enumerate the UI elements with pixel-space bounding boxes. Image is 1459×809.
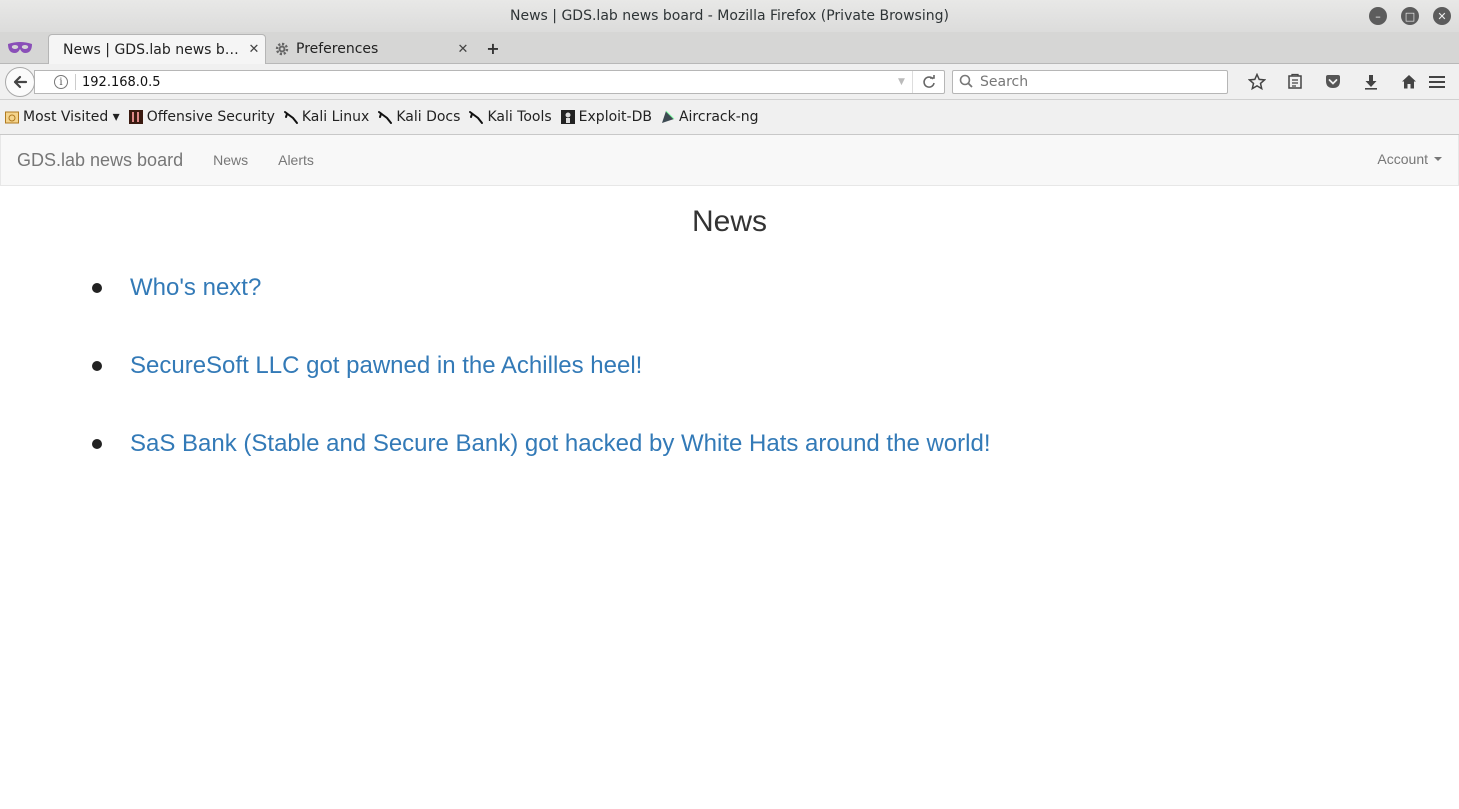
history-dropdown-icon[interactable]: ▼ — [898, 77, 912, 87]
bookmark-aircrack-ng[interactable]: Aircrack-ng — [660, 109, 759, 125]
bookmarks-menu-icon[interactable] — [1276, 70, 1314, 94]
news-link[interactable]: SaS Bank (Stable and Secure Bank) got ha… — [130, 430, 990, 458]
bookmark-kali-docs[interactable]: Kali Docs — [377, 109, 460, 125]
private-browsing-mask-icon — [8, 42, 32, 53]
bookmark-kali-linux[interactable]: Kali Linux — [283, 109, 369, 125]
tab-preferences-label: Preferences — [296, 41, 379, 57]
search-icon — [959, 74, 973, 88]
downloads-icon[interactable] — [1352, 70, 1390, 94]
bookmarks-toolbar: Most Visited ▾ Offensive Security Kali L… — [0, 100, 1459, 135]
minimize-icon[interactable]: – — [1369, 7, 1387, 25]
tab-preferences[interactable]: Preferences ✕ — [268, 34, 474, 64]
pocket-icon[interactable] — [1314, 70, 1352, 94]
list-item: SecureSoft LLC got pawned in the Achille… — [90, 351, 990, 381]
nav-link-news[interactable]: News — [213, 152, 248, 168]
tab-close-icon[interactable]: ✕ — [243, 42, 265, 57]
maximize-icon[interactable]: □ — [1401, 7, 1419, 25]
hamburger-menu-icon[interactable] — [1426, 72, 1448, 92]
list-item: Who's next? — [90, 273, 990, 303]
caret-down-icon — [1434, 157, 1442, 161]
home-icon[interactable] — [1390, 70, 1428, 94]
new-tab-plus-icon[interactable]: + — [484, 37, 502, 59]
page-content: GDS.lab news board News Alerts Account N… — [0, 135, 1459, 809]
bookmark-offensive-security[interactable]: Offensive Security — [128, 109, 275, 125]
nav-link-alerts[interactable]: Alerts — [278, 152, 314, 168]
url-bar[interactable]: i 192.168.0.5 ▼ — [34, 70, 945, 94]
window-controls: – □ ✕ — [1369, 7, 1451, 25]
search-input[interactable] — [980, 74, 1220, 90]
bookmark-kali-tools[interactable]: Kali Tools — [468, 109, 552, 125]
back-button[interactable] — [5, 67, 35, 97]
bookmark-exploit-db[interactable]: Exploit-DB — [560, 109, 652, 125]
site-info-icon[interactable]: i — [54, 75, 68, 89]
site-brand[interactable]: GDS.lab news board — [17, 150, 183, 171]
list-item: SaS Bank (Stable and Secure Bank) got ha… — [90, 429, 990, 459]
window-titlebar: News | GDS.lab news board - Mozilla Fire… — [0, 0, 1459, 32]
tab-strip: News | GDS.lab news bo... ✕ Preferences … — [0, 32, 1459, 64]
gear-icon — [275, 42, 289, 56]
kali-dragon-icon — [378, 111, 393, 124]
bookmark-most-visited[interactable]: Most Visited ▾ — [4, 109, 120, 125]
kali-dragon-icon — [283, 111, 298, 124]
bullet-icon — [92, 361, 102, 371]
news-link[interactable]: Who's next? — [130, 274, 261, 302]
back-arrow-icon — [13, 75, 28, 89]
toolbar-icons — [1238, 70, 1428, 94]
reload-icon[interactable] — [912, 71, 944, 93]
url-text[interactable]: 192.168.0.5 — [82, 75, 898, 90]
window-title: News | GDS.lab news board - Mozilla Fire… — [510, 8, 949, 24]
account-label: Account — [1377, 151, 1428, 167]
news-link[interactable]: SecureSoft LLC got pawned in the Achille… — [130, 352, 642, 380]
bookmark-star-icon[interactable] — [1238, 70, 1276, 94]
tab-news-label: News | GDS.lab news bo... — [63, 41, 243, 58]
site-navbar: GDS.lab news board News Alerts Account — [0, 135, 1459, 186]
bullet-icon — [92, 283, 102, 293]
page-title: News — [691, 205, 767, 238]
bullet-icon — [92, 439, 102, 449]
news-list: Who's next? SecureSoft LLC got pawned in… — [90, 273, 990, 507]
most-visited-icon — [5, 111, 19, 124]
search-bar[interactable] — [952, 70, 1228, 94]
tab-news[interactable]: News | GDS.lab news bo... ✕ — [48, 34, 266, 64]
exploitdb-icon — [560, 110, 575, 124]
close-icon[interactable]: ✕ — [1433, 7, 1451, 25]
kali-dragon-icon — [469, 111, 484, 124]
tab-close-icon[interactable]: ✕ — [452, 42, 474, 57]
browser-toolbar: i 192.168.0.5 ▼ — [0, 64, 1459, 100]
offsec-icon — [128, 110, 143, 124]
aircrack-icon — [661, 110, 675, 123]
account-dropdown[interactable]: Account — [1377, 151, 1442, 167]
